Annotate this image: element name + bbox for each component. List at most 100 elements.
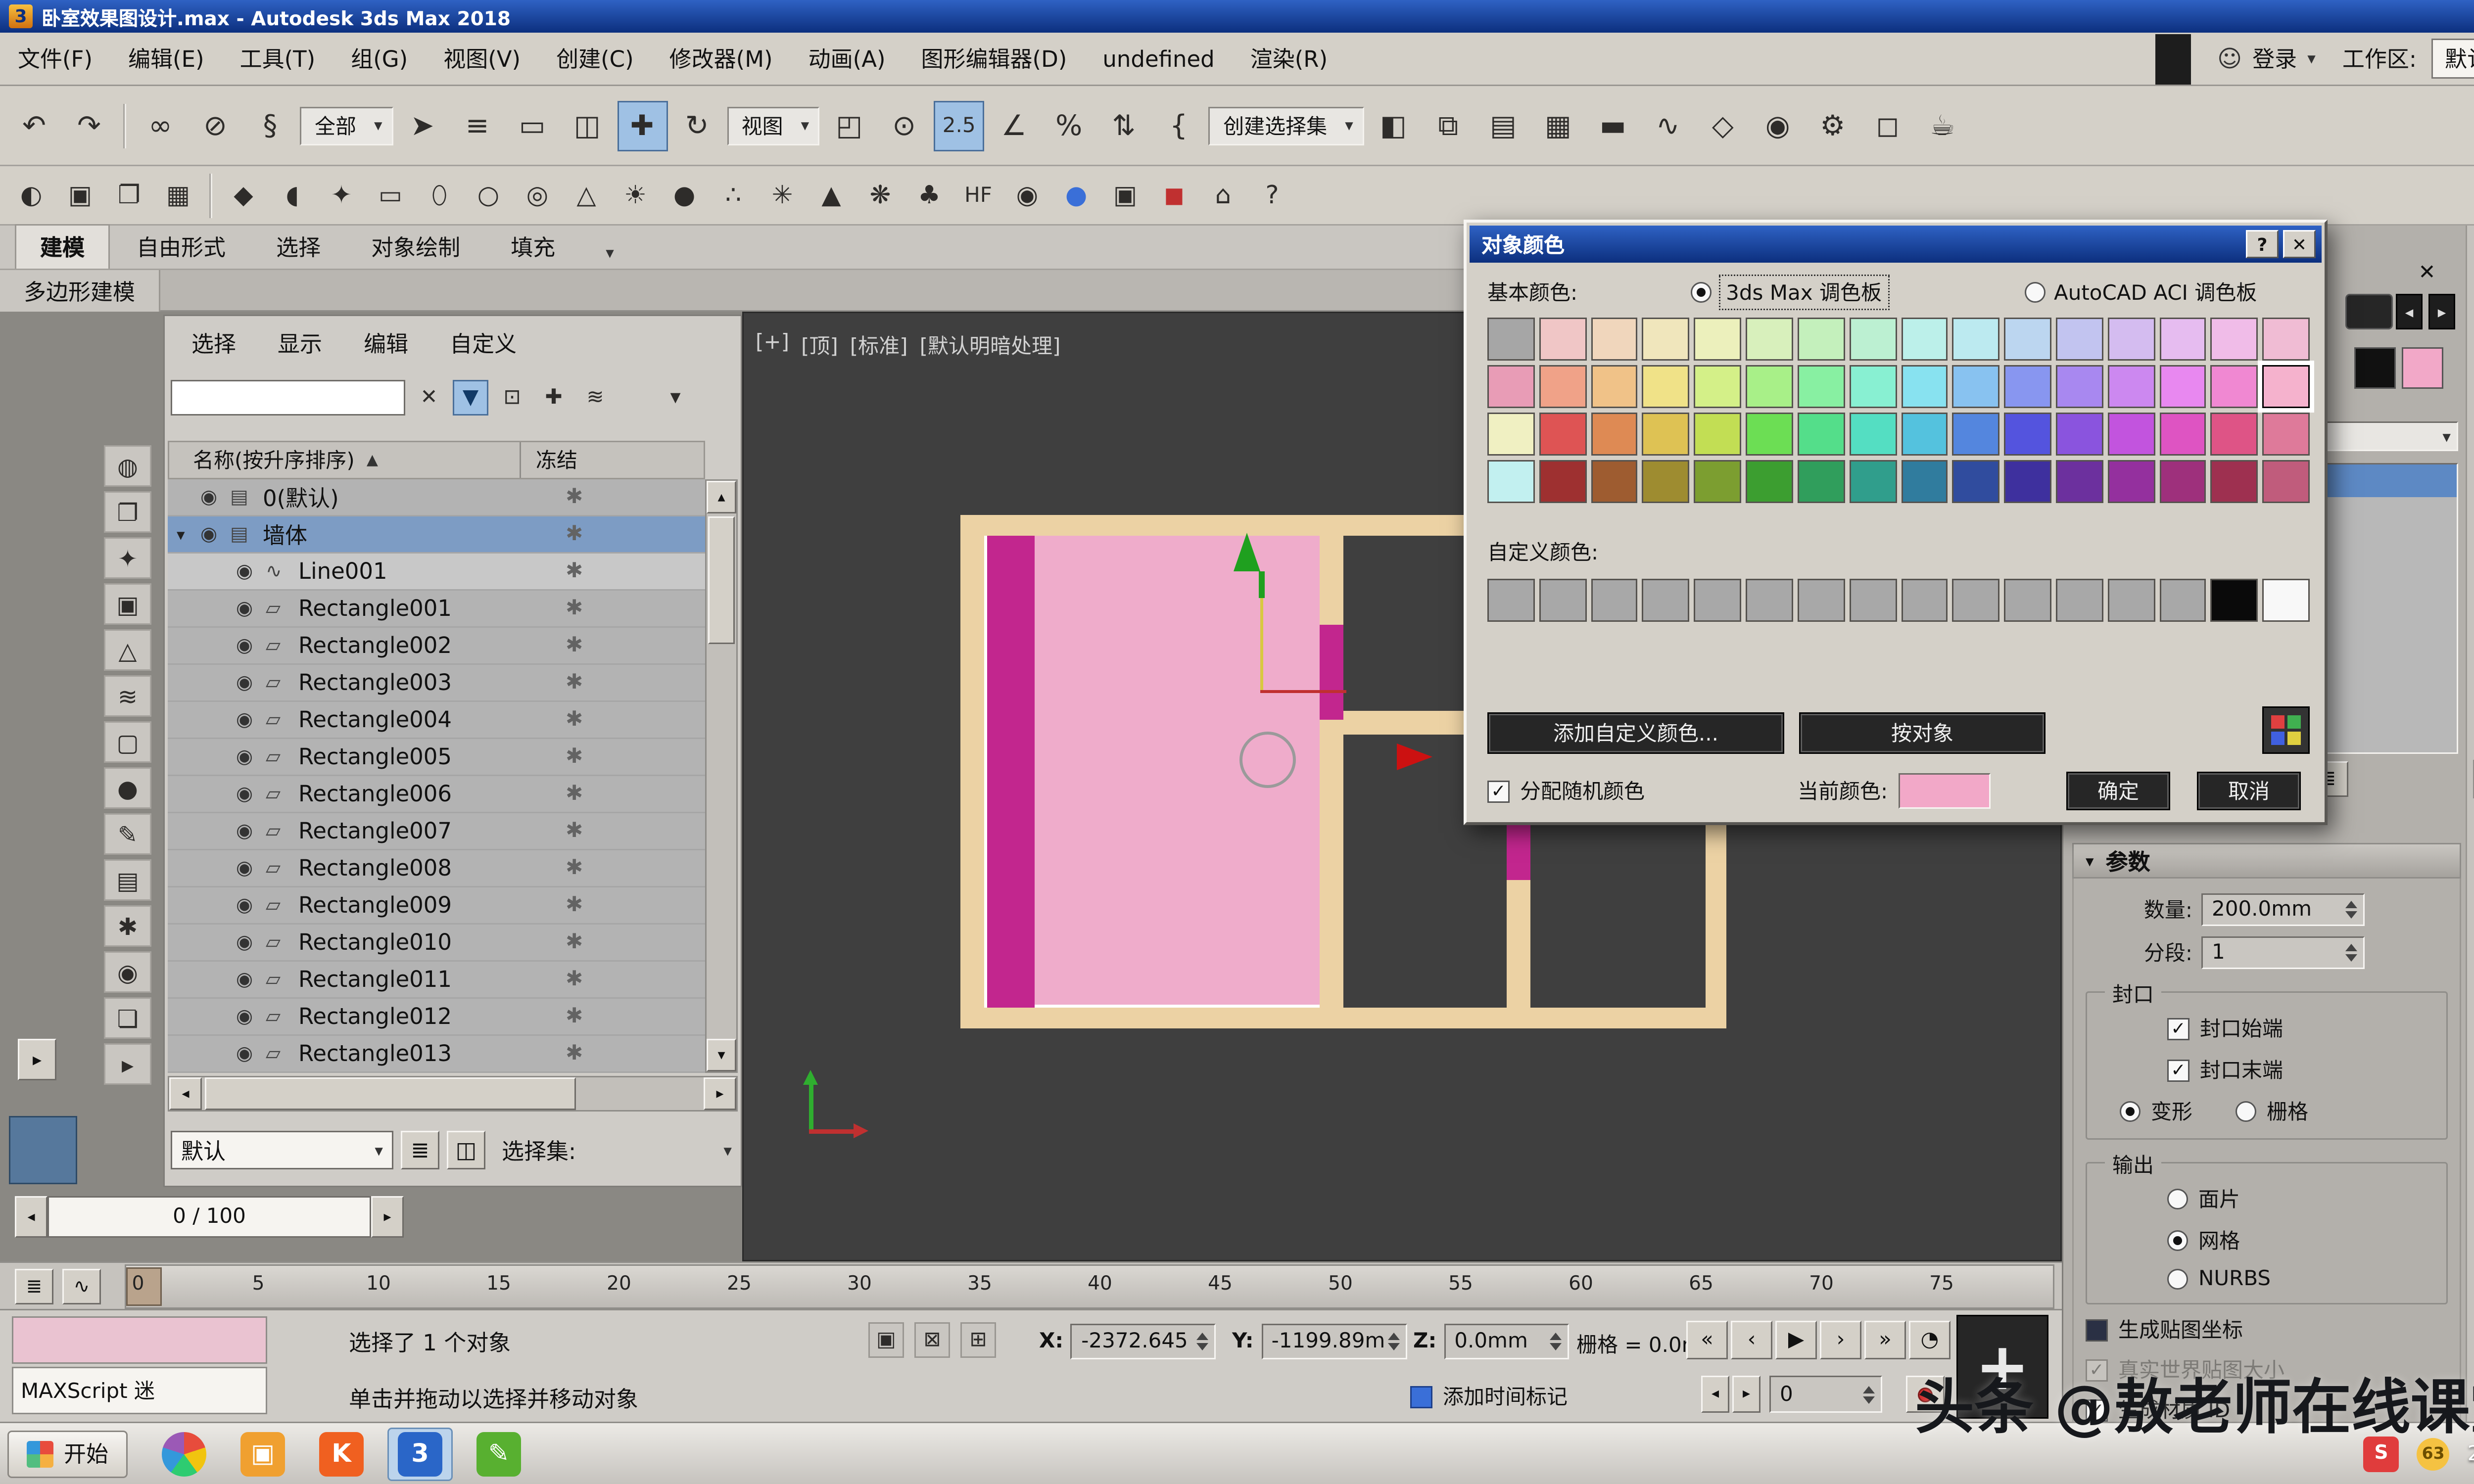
color-swatch[interactable] — [1798, 413, 1845, 456]
mini-curve-editor-button[interactable]: ≣ — [15, 1269, 53, 1304]
menu-item[interactable]: 工具(T) — [222, 33, 333, 85]
color-swatch[interactable] — [2263, 413, 2310, 456]
percent-snap-button[interactable]: % — [1044, 100, 1094, 151]
edit-pencil-icon[interactable]: ✎ — [104, 813, 151, 855]
scrollbar-thumb[interactable] — [708, 516, 735, 644]
scroll-left-icon[interactable]: ◂ — [169, 1077, 202, 1110]
layer-manager-button[interactable]: ▦ — [1533, 100, 1583, 151]
render-setup-button[interactable]: ⚙ — [1808, 100, 1858, 151]
spray-icon[interactable]: ✳ — [760, 173, 805, 218]
segments-field[interactable]: 1 — [2201, 936, 2365, 969]
select-and-link-button[interactable]: ∞ — [135, 100, 186, 151]
list-item[interactable]: ◉▱Rectangle011✱ — [168, 962, 705, 999]
viewport-label-part[interactable]: [+] — [756, 331, 789, 361]
color-swatch[interactable] — [1539, 318, 1586, 361]
frozen-icon[interactable]: ✱ — [566, 893, 583, 917]
menu-item[interactable]: 动画(A) — [791, 33, 904, 85]
gear-icon[interactable]: ❋ — [858, 173, 903, 218]
start-button[interactable]: 开始 — [7, 1430, 128, 1478]
cap-end-checkbox[interactable] — [2167, 1059, 2189, 1081]
building-icon[interactable]: ⌂ — [1201, 173, 1245, 218]
custom-color-swatch[interactable] — [1487, 579, 1534, 622]
next-key-icon[interactable]: ▸ — [371, 1196, 404, 1238]
color-swatch[interactable] — [1694, 318, 1741, 361]
bind-to-space-warp-button[interactable]: § — [245, 100, 295, 151]
explorer-menu-自定义[interactable]: 自定义 — [450, 328, 517, 358]
viewport-label-part[interactable]: [默认明暗处理] — [920, 331, 1061, 361]
custom-color-swatch[interactable] — [2107, 579, 2154, 622]
color-swatch[interactable] — [1901, 460, 1948, 503]
spinner-arrows-icon[interactable] — [1197, 1333, 1209, 1350]
scene-explorer-toggle[interactable]: ▤ — [1478, 100, 1528, 151]
color-swatch[interactable] — [1642, 413, 1689, 456]
color-swatch[interactable] — [1694, 460, 1741, 503]
selection-set-dropdown-icon[interactable]: ▾ — [723, 1141, 732, 1160]
list-item[interactable]: ◉▱Rectangle003✱ — [168, 665, 705, 702]
color-swatch[interactable] — [1901, 413, 1948, 456]
color-swatch[interactable] — [1849, 460, 1896, 503]
donut-shape-icon[interactable]: ◎ — [515, 173, 560, 218]
dialog-title-bar[interactable]: 对象颜色 ? ✕ — [1470, 226, 2322, 263]
search-input[interactable] — [171, 380, 405, 416]
custom-color-swatch[interactable] — [1694, 579, 1741, 622]
select-object-button[interactable]: ➤ — [397, 100, 448, 151]
frozen-icon[interactable]: ✱ — [566, 819, 583, 843]
color-swatch[interactable] — [2107, 413, 2154, 456]
list-item[interactable]: ▾◉▤墙体✱ — [168, 516, 705, 554]
eye-icon[interactable]: ◉ — [236, 672, 266, 694]
menu-item[interactable]: 渲染(R) — [1233, 33, 1345, 85]
display-lights-icon[interactable]: ✦ — [104, 537, 151, 579]
track-wave-icon[interactable]: ∿ — [62, 1269, 101, 1304]
tab-选择[interactable]: 选择 — [252, 226, 344, 269]
color-swatch[interactable] — [1798, 318, 1845, 361]
panel-next-icon[interactable]: ▸ — [2428, 294, 2455, 329]
spinner-arrows-icon[interactable] — [1549, 1333, 1561, 1350]
frozen-icon[interactable]: ✱ — [566, 522, 583, 546]
color-swatch[interactable] — [1746, 413, 1793, 456]
custom-color-swatch[interactable] — [2263, 579, 2310, 622]
tab-自由形式[interactable]: 自由形式 — [113, 226, 249, 269]
ellipse-shape-icon[interactable]: ⬯ — [417, 173, 462, 218]
color-picker-icon[interactable] — [2262, 706, 2310, 754]
current-frame-field[interactable]: 0 — [1769, 1376, 1882, 1413]
display-spacewarps-icon[interactable]: ≋ — [104, 675, 151, 717]
display-cameras-icon[interactable]: ▣ — [104, 583, 151, 625]
circle-shape-icon[interactable]: ○ — [466, 173, 511, 218]
add-time-tag-button[interactable]: 添加时间标记 — [1410, 1382, 1568, 1411]
hidden-filter-icon[interactable]: ◉ — [104, 951, 151, 993]
render-button[interactable]: ☕ — [1917, 100, 1968, 151]
vertical-scrollbar[interactable]: ▴ ▾ — [705, 479, 738, 1073]
color-swatch[interactable] — [1487, 318, 1534, 361]
list-item[interactable]: ◉▱Rectangle012✱ — [168, 999, 705, 1036]
frozen-icon[interactable]: ✱ — [566, 634, 583, 657]
custom-color-swatch[interactable] — [1591, 579, 1638, 622]
color-swatch[interactable] — [1642, 365, 1689, 408]
track-bar-range[interactable]: 0 / 100 — [48, 1196, 371, 1238]
color-swatch[interactable] — [2263, 365, 2310, 408]
go-to-end-button[interactable]: » — [1864, 1321, 1906, 1359]
menu-item[interactable]: 组(G) — [333, 33, 426, 85]
taskbar-folder-icon[interactable]: ▣ — [230, 1427, 295, 1481]
curve-editor-button[interactable]: ∿ — [1643, 100, 1693, 151]
color-swatch[interactable] — [2263, 318, 2310, 361]
list-item[interactable]: ◉▱Rectangle005✱ — [168, 739, 705, 776]
frozen-icon[interactable]: ✱ — [566, 930, 583, 954]
aci-palette-label[interactable]: AutoCAD ACI 调色板 — [2054, 278, 2257, 307]
select-and-move-button[interactable]: ✚ — [617, 100, 667, 151]
list-item[interactable]: ◉▱Rectangle009✱ — [168, 887, 705, 925]
material-editor-button[interactable]: ◉ — [1753, 100, 1803, 151]
spinner-arrows-icon[interactable] — [1863, 1386, 1875, 1403]
color-swatch[interactable] — [1952, 318, 1999, 361]
color-swatch[interactable] — [2056, 365, 2103, 408]
color-swatch[interactable] — [2159, 460, 2206, 503]
expand-panel-icon[interactable]: ▸ — [104, 1043, 151, 1085]
list-item[interactable]: ◉▱Rectangle001✱ — [168, 591, 705, 628]
list-header[interactable]: 名称(按升序排序) ▲ 冻结 — [168, 441, 705, 479]
frozen-column-header[interactable]: 冻结 — [521, 445, 577, 475]
time-configuration-button[interactable]: ◔ — [1909, 1321, 1951, 1359]
color-swatch[interactable] — [2004, 318, 2051, 361]
redo-button[interactable]: ↷ — [64, 100, 114, 151]
explorer-menu-显示[interactable]: 显示 — [278, 328, 322, 358]
color-swatch[interactable] — [1539, 460, 1586, 503]
custom-color-swatch[interactable] — [1798, 579, 1845, 622]
